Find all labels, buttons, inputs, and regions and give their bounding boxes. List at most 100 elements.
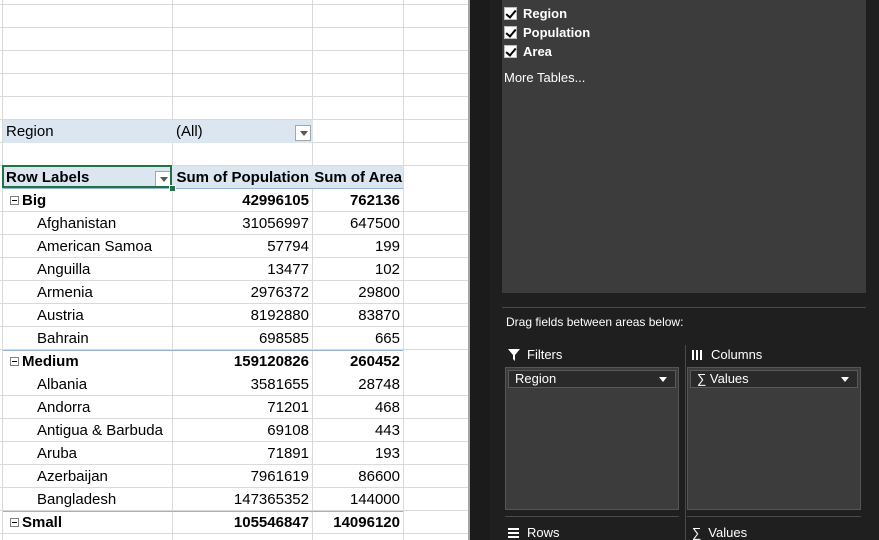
row-label[interactable]: Aruba (37, 442, 77, 465)
area-value[interactable]: 83870 (312, 304, 400, 327)
chevron-down-icon[interactable] (659, 377, 667, 382)
sigma-icon: ∑ (692, 525, 702, 540)
group-big-population[interactable]: 42996105 (172, 189, 309, 212)
population-value[interactable]: 8192880 (172, 304, 309, 327)
group-label-small[interactable]: Small (22, 511, 62, 534)
area-row-separator (687, 516, 861, 517)
area-row-separator (505, 516, 679, 517)
row-label[interactable]: Azerbaijan (37, 465, 108, 488)
field-item-area[interactable]: Area (504, 42, 552, 60)
area-value[interactable]: 144000 (312, 488, 400, 511)
gridline (0, 50, 468, 51)
pivottable-fields-pane: Region Population Area More Tables... Dr… (490, 0, 879, 540)
group-label-medium[interactable]: Medium (22, 350, 79, 373)
row-label[interactable]: Austria (37, 304, 84, 327)
group-label-big[interactable]: Big (22, 189, 46, 212)
field-item-population[interactable]: Population (504, 23, 590, 41)
area-value[interactable]: 28748 (312, 373, 400, 396)
values-area-title: ∑ Values (692, 525, 747, 540)
field-list-box[interactable]: Region Population Area More Tables... (502, 0, 866, 293)
pane-splitter-edge (468, 0, 470, 540)
area-item-label: ∑ Values (697, 371, 749, 386)
filters-area-title: Filters (508, 347, 562, 362)
population-value[interactable]: 69108 (172, 419, 309, 442)
group-small-area[interactable]: 14096120 (312, 511, 400, 534)
row-label[interactable]: Bahrain (37, 327, 89, 350)
group-medium-area[interactable]: 260452 (312, 350, 400, 373)
filters-drop-zone[interactable]: Region (505, 367, 679, 510)
checkbox-checked-icon[interactable] (504, 25, 517, 39)
checkbox-checked-icon[interactable] (504, 6, 517, 20)
report-filter-dropdown-button[interactable] (295, 125, 311, 141)
area-value[interactable]: 29800 (312, 281, 400, 304)
group-small-population[interactable]: 105546847 (172, 511, 309, 534)
columns-icon (692, 349, 702, 360)
population-value[interactable]: 147365352 (172, 488, 309, 511)
row-label[interactable]: Afghanistan (37, 212, 116, 235)
filters-field-region[interactable]: Region (508, 370, 676, 388)
gridline (2, 0, 3, 540)
sum-population-header[interactable]: Sum of Population (172, 166, 310, 189)
gridline (0, 73, 468, 74)
group-medium-population[interactable]: 159120826 (172, 350, 309, 373)
more-tables-link[interactable]: More Tables... (504, 70, 585, 85)
collapse-group-big-button[interactable] (10, 196, 19, 205)
report-filter-label[interactable]: Region (6, 120, 54, 143)
pane-splitter[interactable] (468, 0, 490, 540)
field-label: Area (523, 43, 552, 59)
report-filter-value[interactable]: (All) (176, 120, 203, 143)
columns-area-title: Columns (692, 347, 762, 362)
rows-icon (508, 527, 519, 538)
population-value[interactable]: 57794 (172, 235, 309, 258)
area-value[interactable]: 102 (312, 258, 400, 281)
collapse-group-small-button[interactable] (10, 518, 19, 527)
chevron-down-icon[interactable] (841, 377, 849, 382)
gridline (0, 4, 468, 5)
columns-area-label: Columns (711, 347, 763, 362)
columns-field-values[interactable]: ∑ Values (690, 370, 858, 388)
active-cell-border (2, 165, 172, 188)
filters-area-label: Filters (527, 347, 563, 362)
population-value[interactable]: 3581655 (172, 373, 309, 396)
rows-area-label: Rows (527, 525, 560, 540)
values-area-label: Values (708, 525, 748, 540)
area-divider (685, 345, 686, 540)
area-value[interactable]: 193 (312, 442, 400, 465)
area-value[interactable]: 443 (312, 419, 400, 442)
population-value[interactable]: 71201 (172, 396, 309, 419)
drag-fields-hint: Drag fields between areas below: (506, 315, 684, 329)
area-value[interactable]: 86600 (312, 465, 400, 488)
row-label[interactable]: American Samoa (37, 235, 152, 258)
area-item-label: Region (515, 371, 557, 386)
population-value[interactable]: 31056997 (172, 212, 309, 235)
population-value[interactable]: 7961619 (172, 465, 309, 488)
field-item-region[interactable]: Region (504, 4, 567, 22)
row-label[interactable]: Antigua & Barbuda (37, 419, 163, 442)
gridline (0, 27, 468, 28)
row-label[interactable]: Albania (37, 373, 87, 396)
area-value[interactable]: 199 (312, 235, 400, 258)
rows-area-title: Rows (508, 525, 560, 540)
population-value[interactable]: 698585 (172, 327, 309, 350)
field-label: Region (523, 5, 568, 21)
area-value[interactable]: 665 (312, 327, 400, 350)
population-value[interactable]: 13477 (172, 258, 309, 281)
row-label[interactable]: Anguilla (37, 258, 90, 281)
columns-drop-zone[interactable]: ∑ Values (687, 367, 861, 510)
area-value[interactable]: 468 (312, 396, 400, 419)
filter-funnel-icon (508, 348, 520, 361)
field-label: Population (523, 24, 591, 40)
sum-area-header[interactable]: Sum of Area (312, 166, 402, 189)
row-label[interactable]: Andorra (37, 396, 90, 419)
population-value[interactable]: 2976372 (172, 281, 309, 304)
pane-separator (502, 307, 866, 308)
group-big-area[interactable]: 762136 (312, 189, 400, 212)
collapse-group-medium-button[interactable] (10, 357, 19, 366)
worksheet[interactable]: Region (All) Row Labels Sum of Populatio… (0, 0, 468, 540)
population-value[interactable]: 71891 (172, 442, 309, 465)
row-label[interactable]: Bangladesh (37, 488, 116, 511)
gridline (0, 96, 468, 97)
checkbox-checked-icon[interactable] (504, 44, 517, 58)
row-label[interactable]: Armenia (37, 281, 93, 304)
area-value[interactable]: 647500 (312, 212, 400, 235)
